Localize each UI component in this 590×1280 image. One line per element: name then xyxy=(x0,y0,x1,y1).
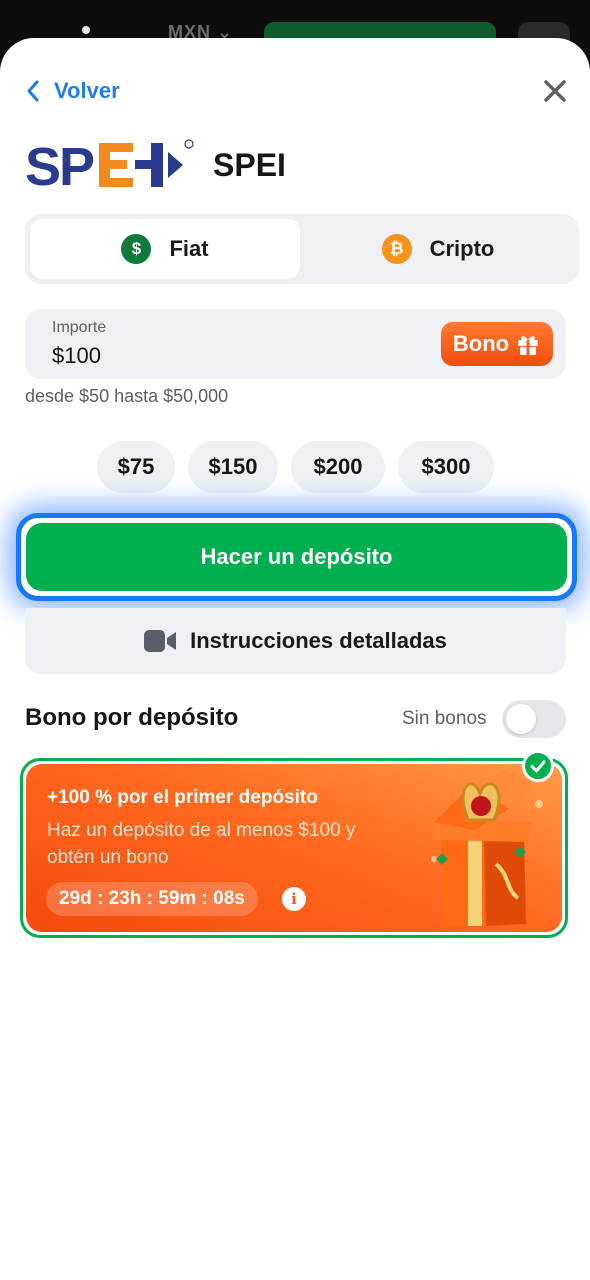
check-icon xyxy=(522,750,554,782)
instructions-label: Instrucciones detalladas xyxy=(190,628,447,653)
svg-text:SP: SP xyxy=(25,138,94,192)
back-button[interactable]: Volver xyxy=(26,78,120,104)
background-menu-icon xyxy=(82,26,90,34)
tab-cripto[interactable]: ₿ Cripto xyxy=(303,219,573,279)
payment-method-header: SP SPEI xyxy=(25,138,286,192)
amount-label: Importe xyxy=(52,319,107,336)
back-label: Volver xyxy=(54,78,120,103)
no-bonus-toggle[interactable] xyxy=(502,700,566,738)
deposit-button-focus-ring: Hacer un depósito xyxy=(16,513,577,601)
video-camera-icon xyxy=(144,630,177,652)
bono-button[interactable]: Bono xyxy=(441,322,553,366)
currency-type-tabs: $ Fiat ₿ Cripto xyxy=(25,214,579,284)
preset-amount-chip[interactable]: $150 xyxy=(188,441,278,493)
preset-amount-chip[interactable]: $75 xyxy=(97,441,175,493)
info-icon[interactable]: i xyxy=(282,887,306,911)
dollar-coin-icon: $ xyxy=(121,234,152,264)
bono-button-label: Bono xyxy=(452,331,510,356)
deposit-button[interactable]: Hacer un depósito xyxy=(26,523,567,591)
bonus-headline: +100 % por el primer depósito xyxy=(47,787,318,808)
bonus-offer-card[interactable]: +100 % por el primer depósito Haz un dep… xyxy=(20,758,568,938)
close-icon[interactable] xyxy=(540,76,570,106)
bonus-section-title: Bono por depósito xyxy=(25,704,239,731)
payment-method-name: SPEI xyxy=(213,146,286,183)
instructions-button[interactable]: Instrucciones detalladas xyxy=(25,608,566,674)
gift-box-illustration xyxy=(431,770,543,926)
preset-amount-chip[interactable]: $200 xyxy=(291,441,385,493)
bonus-offer-body: +100 % por el primer depósito Haz un dep… xyxy=(26,764,562,932)
gift-icon xyxy=(518,336,539,355)
amount-value: $100 xyxy=(52,343,101,368)
bonus-description: Haz un depósito de al menos $100 y obtén… xyxy=(47,820,356,868)
no-bonus-label: Sin bonos xyxy=(402,708,487,729)
tab-fiat[interactable]: $ Fiat xyxy=(30,219,300,279)
amount-input[interactable]: Importe $100 Bono xyxy=(25,309,566,379)
tab-cripto-label: Cripto xyxy=(429,236,495,261)
tab-fiat-label: Fiat xyxy=(169,236,209,261)
bonus-countdown: 29d : 23h : 59m : 08s xyxy=(46,882,258,916)
preset-amount-chip[interactable]: $300 xyxy=(398,441,494,493)
deposit-sheet: Volver SP SPEI $ Fiat ₿ Cripto Importe $… xyxy=(0,38,590,1280)
spei-logo: SP xyxy=(25,138,194,192)
toggle-knob xyxy=(506,704,536,734)
amount-range-hint: desde $50 hasta $50,000 xyxy=(25,386,229,406)
bitcoin-coin-icon: ₿ xyxy=(381,234,412,264)
chevron-left-icon xyxy=(27,80,39,102)
